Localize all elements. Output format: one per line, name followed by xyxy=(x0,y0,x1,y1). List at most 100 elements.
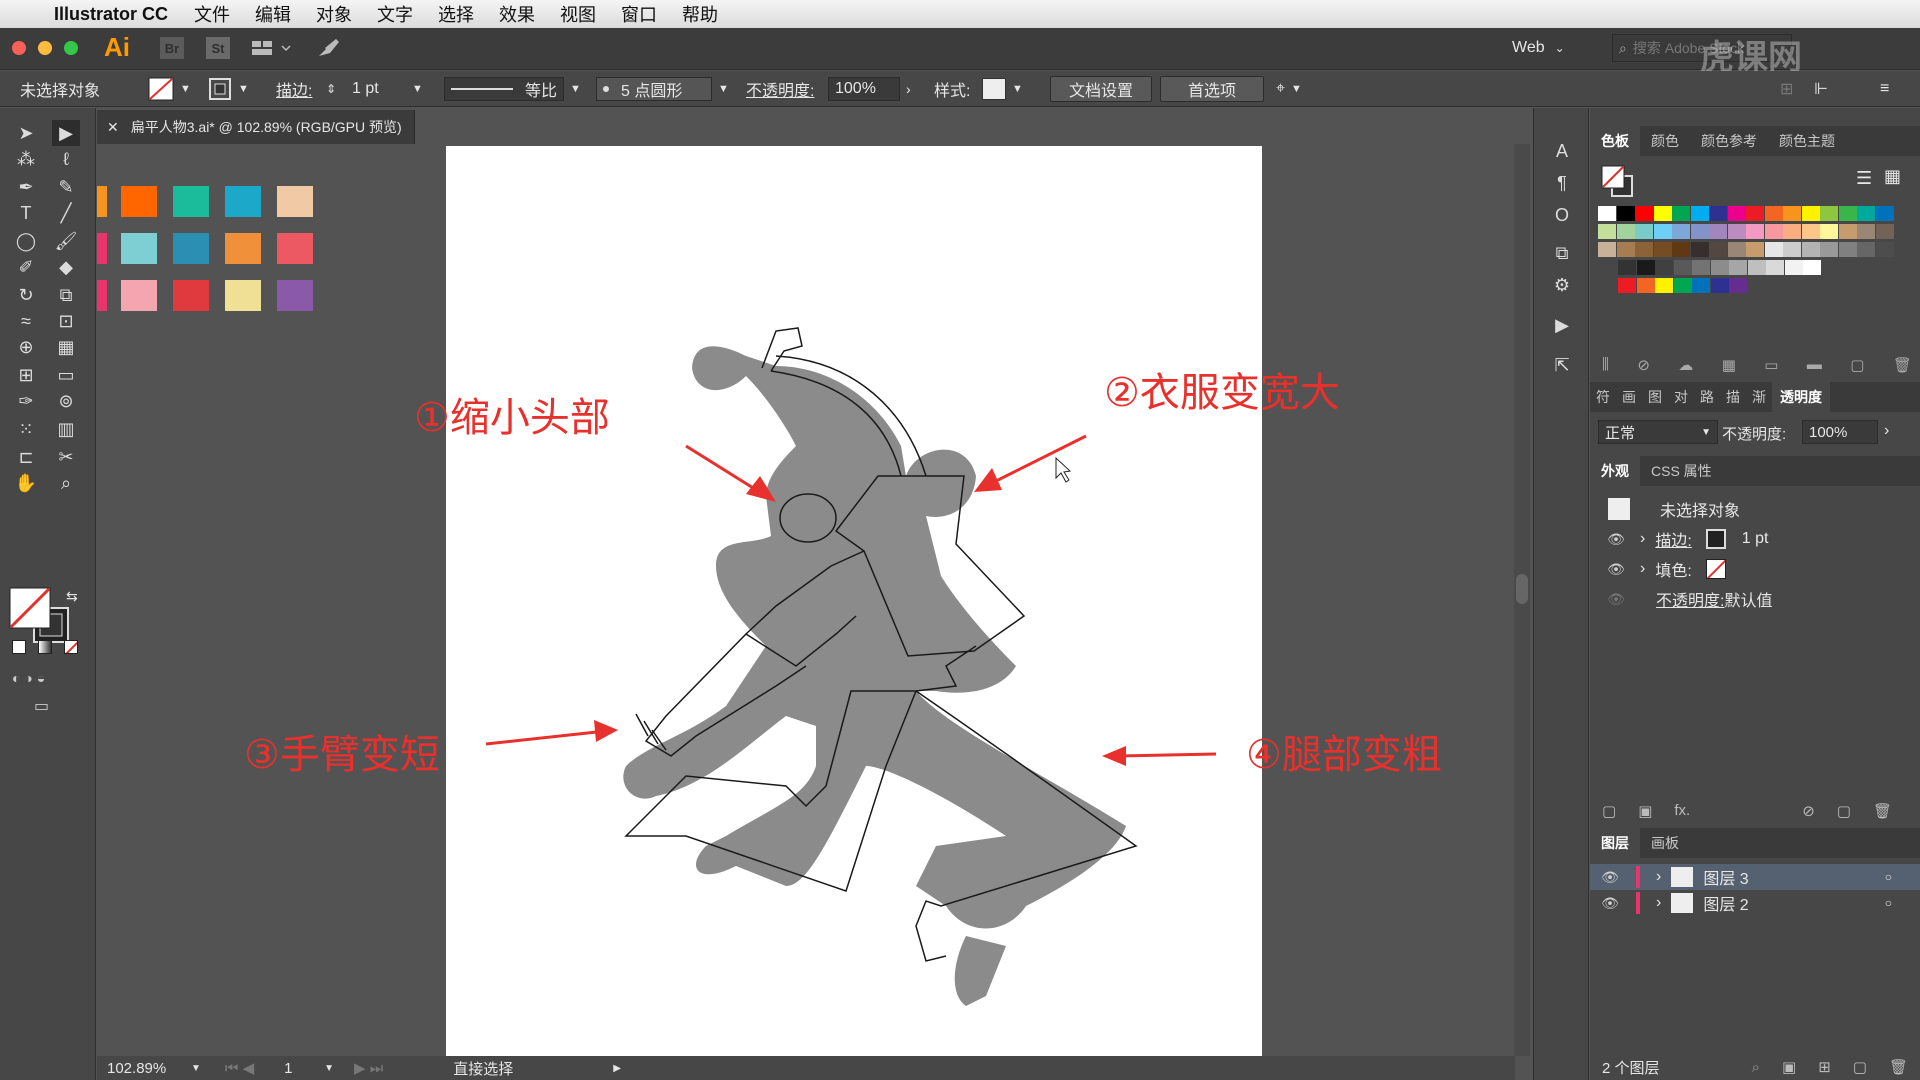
color-swatch[interactable] xyxy=(97,233,107,264)
eye-icon[interactable]: 👁 xyxy=(1602,561,1630,578)
appearance-opacity-row[interactable]: 👁 不透明度: 默认值 xyxy=(1590,586,1920,612)
swatch[interactable] xyxy=(1690,242,1709,257)
chevron-right-icon[interactable]: › xyxy=(1656,868,1661,886)
width-tool[interactable]: ≈ xyxy=(12,308,40,334)
swatch[interactable] xyxy=(1616,224,1635,239)
swatch[interactable] xyxy=(1746,206,1764,221)
swatch[interactable] xyxy=(1764,206,1783,221)
swatch[interactable] xyxy=(1710,278,1729,293)
menu-help[interactable]: 帮助 xyxy=(682,1,718,27)
eye-icon[interactable]: 👁 xyxy=(1596,895,1624,912)
eye-icon[interactable]: 👁 xyxy=(1602,591,1630,608)
tab-color-guide[interactable]: 颜色参考 xyxy=(1690,126,1768,156)
hand-tool[interactable]: ✋ xyxy=(12,470,40,496)
swatch[interactable] xyxy=(1635,242,1653,257)
swatch[interactable] xyxy=(1618,278,1636,293)
chevron-right-icon[interactable]: › xyxy=(1640,560,1645,578)
swatch[interactable] xyxy=(1803,260,1821,275)
menu-window[interactable]: 窗口 xyxy=(621,1,657,27)
transform-button[interactable]: ⊩ xyxy=(1814,77,1828,101)
swatch[interactable] xyxy=(1801,224,1820,239)
swatch[interactable] xyxy=(1598,224,1616,239)
layer-name[interactable]: 图层 2 xyxy=(1703,891,1884,915)
tab-css-properties[interactable]: CSS 属性 xyxy=(1640,456,1723,486)
tab-swatches[interactable]: 色板 xyxy=(1590,126,1640,156)
target-icon[interactable]: ○ xyxy=(1885,896,1892,910)
swatch[interactable] xyxy=(1692,260,1710,275)
zoom-window-button[interactable] xyxy=(64,41,78,55)
artboard-nav-next-icon[interactable]: ▶ ⏭ xyxy=(354,1059,383,1077)
swatch[interactable] xyxy=(1727,224,1746,239)
color-swatch[interactable] xyxy=(225,186,261,217)
screen-mode-button[interactable]: ▭ xyxy=(34,696,49,716)
none-button[interactable] xyxy=(64,640,78,654)
appearance-fill-row[interactable]: 👁 › 填色: xyxy=(1590,556,1920,582)
color-swatch[interactable] xyxy=(121,280,157,311)
swatch[interactable] xyxy=(1653,206,1672,221)
swatch[interactable] xyxy=(1692,278,1710,293)
cloud-icon[interactable]: ☁ xyxy=(1678,356,1693,374)
swatch[interactable] xyxy=(1598,242,1616,257)
no-fill-swatch[interactable] xyxy=(1705,559,1726,579)
mesh-tool[interactable]: ⊞ xyxy=(12,362,40,388)
eyedropper-tool[interactable]: ✑ xyxy=(12,388,40,414)
search-icon[interactable]: ⌕ xyxy=(1752,1059,1760,1076)
appearance-stroke-value[interactable]: 1 pt xyxy=(1742,530,1769,548)
tab-transparency[interactable]: 透明度 xyxy=(1772,382,1830,412)
color-swatch[interactable] xyxy=(97,186,107,217)
blend-tool[interactable]: ⊚ xyxy=(52,388,80,414)
tab-symbols[interactable]: 符 xyxy=(1590,382,1616,412)
line-tool[interactable]: ╱ xyxy=(52,200,80,226)
ellipse-tool[interactable]: ◯ xyxy=(12,228,40,254)
trash-icon[interactable]: 🗑 xyxy=(1873,802,1892,820)
swatch[interactable] xyxy=(1784,260,1803,275)
swatch[interactable] xyxy=(1672,206,1690,221)
menu-effect[interactable]: 效果 xyxy=(499,1,535,27)
tab-layers[interactable]: 图层 xyxy=(1590,828,1640,858)
color-swatch[interactable] xyxy=(173,186,209,217)
swatch[interactable] xyxy=(1655,260,1673,275)
swatch[interactable] xyxy=(1598,206,1616,221)
swatch[interactable] xyxy=(1709,242,1727,257)
tab-brushes[interactable]: 画 xyxy=(1616,382,1642,412)
swatch[interactable] xyxy=(1636,260,1655,275)
color-swatch[interactable] xyxy=(277,233,313,264)
swatch[interactable] xyxy=(1764,224,1783,239)
tab-color-themes[interactable]: 颜色主题 xyxy=(1768,126,1846,156)
swatch[interactable] xyxy=(1655,278,1673,293)
swatch[interactable] xyxy=(1875,206,1894,221)
layer-name[interactable]: 图层 3 xyxy=(1703,865,1884,889)
color-swatch[interactable] xyxy=(121,186,157,217)
menu-edit[interactable]: 编辑 xyxy=(255,1,291,27)
swatch[interactable] xyxy=(1747,260,1766,275)
color-swatch[interactable] xyxy=(97,280,107,311)
eye-icon[interactable]: 👁 xyxy=(1602,531,1630,548)
trash-icon[interactable]: 🗑 xyxy=(1889,1058,1908,1076)
swatch[interactable] xyxy=(1875,224,1894,239)
close-tab-icon[interactable]: ✕ xyxy=(107,119,119,136)
close-window-button[interactable] xyxy=(12,41,26,55)
drawing-modes-button[interactable]: ◐ ◑ ◒ xyxy=(12,670,45,686)
perspective-grid-tool[interactable]: ▦ xyxy=(52,334,80,360)
add-stroke-icon[interactable]: ▢ xyxy=(1602,802,1616,820)
swatch[interactable] xyxy=(1690,206,1709,221)
artboard-nav-icon[interactable]: ⏮ ◀ xyxy=(225,1059,254,1077)
swatch[interactable] xyxy=(1709,224,1727,239)
grid-view-button[interactable]: ▦ xyxy=(1884,166,1901,187)
app-menu[interactable]: Illustrator CC xyxy=(54,4,168,25)
opentype-panel-button[interactable]: O xyxy=(1548,202,1576,228)
new-sublayer-icon[interactable]: ⊞ xyxy=(1818,1058,1831,1076)
layer-row[interactable]: 👁 › 图层 2 ○ xyxy=(1590,890,1920,916)
new-swatch-icon[interactable]: ▢ xyxy=(1850,356,1864,374)
new-layer-icon[interactable]: ▢ xyxy=(1853,1058,1867,1076)
vertical-scrollbar[interactable] xyxy=(1514,144,1530,1056)
swatch[interactable] xyxy=(1673,260,1692,275)
properties-panel-button[interactable]: ⚙ xyxy=(1548,272,1576,298)
swatch[interactable] xyxy=(1820,224,1838,239)
play-icon[interactable]: ▶ xyxy=(613,1063,621,1074)
layer-row[interactable]: 👁 › 图层 3 ○ xyxy=(1590,864,1920,890)
zoom-level[interactable]: 102.89% xyxy=(107,1060,191,1077)
color-swatch[interactable] xyxy=(225,233,261,264)
puppet-warp-button[interactable]: ⌖ ▼ xyxy=(1276,77,1302,101)
symbol-sprayer-tool[interactable]: ⁙ xyxy=(12,416,40,442)
